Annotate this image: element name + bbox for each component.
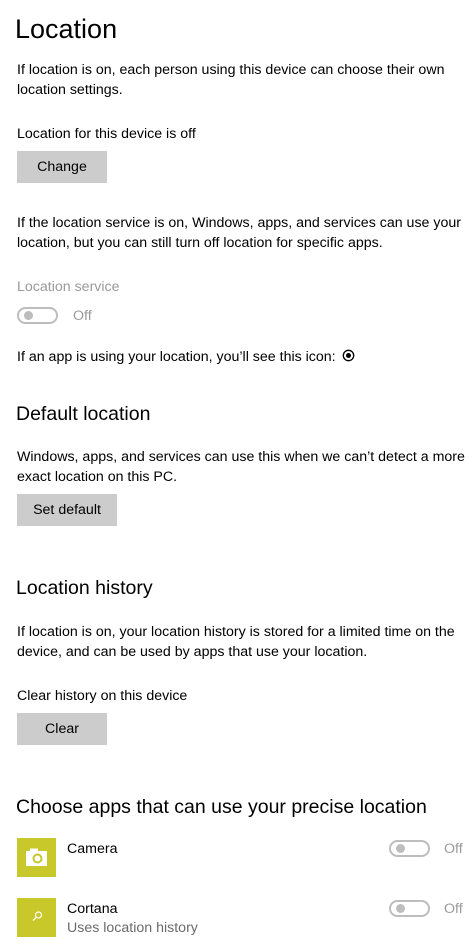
default-location-description: Windows, apps, and services can use this… xyxy=(17,449,465,485)
location-history-heading: Location history xyxy=(16,577,153,599)
location-in-use-icon xyxy=(342,348,355,362)
apps-section-heading: Choose apps that can use your precise lo… xyxy=(16,796,427,818)
default-location-heading: Default location xyxy=(16,403,151,425)
change-button[interactable]: Change xyxy=(17,151,107,183)
location-service-description: If the location service is on, Windows, … xyxy=(17,215,461,251)
location-icon-note-text: If an app is using your location, you’ll… xyxy=(17,349,336,365)
page-title: Location xyxy=(15,14,118,44)
app-row-cortana xyxy=(17,898,56,937)
toggle-knob xyxy=(396,844,405,853)
clear-button[interactable]: Clear xyxy=(17,713,107,745)
location-service-label: Location service xyxy=(17,279,120,295)
location-history-description: If location is on, your location history… xyxy=(17,624,455,660)
toggle-knob xyxy=(24,311,33,320)
search-icon xyxy=(17,898,56,937)
location-service-state: Off xyxy=(73,308,92,324)
location-intro-text: If location is on, each person using thi… xyxy=(17,62,445,98)
location-service-toggle[interactable] xyxy=(17,307,58,324)
cortana-toggle-state: Off xyxy=(444,901,463,917)
app-name-camera: Camera xyxy=(67,841,118,857)
camera-location-toggle[interactable] xyxy=(389,840,430,857)
set-default-button[interactable]: Set default xyxy=(17,494,117,526)
cortana-location-toggle[interactable] xyxy=(389,900,430,917)
device-location-status: Location for this device is off xyxy=(17,126,196,142)
app-name-cortana: Cortana xyxy=(67,901,118,917)
app-row-camera xyxy=(17,838,56,877)
camera-toggle-state: Off xyxy=(444,841,463,857)
toggle-knob xyxy=(396,904,405,913)
location-icon-note: If an app is using your location, you’ll… xyxy=(17,347,355,367)
clear-history-label: Clear history on this device xyxy=(17,688,188,704)
camera-icon xyxy=(17,838,56,877)
app-subtitle-cortana: Uses location history xyxy=(67,920,198,936)
